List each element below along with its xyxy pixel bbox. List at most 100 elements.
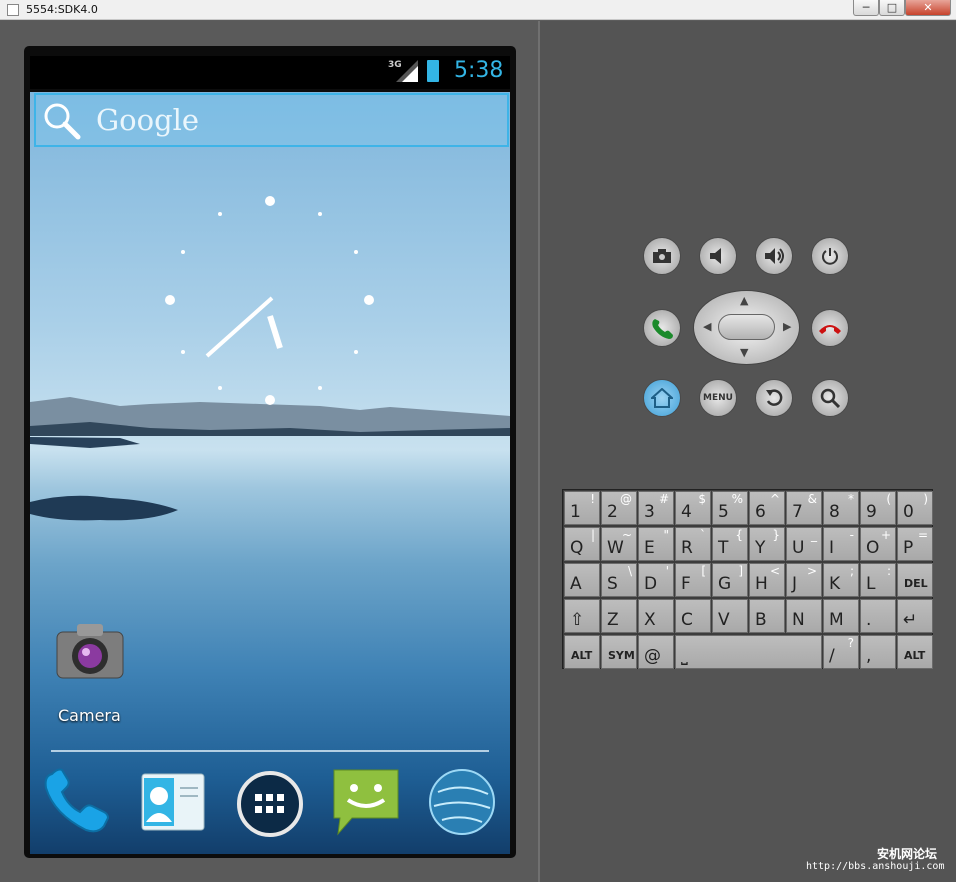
key-7[interactable]: 7 &: [786, 491, 822, 525]
camera-app-icon[interactable]: [55, 622, 125, 688]
key-@[interactable]: @: [638, 635, 674, 669]
dpad-up-icon[interactable]: ▲: [740, 294, 748, 307]
key-6[interactable]: 6 ^: [749, 491, 785, 525]
key-8[interactable]: 8 *: [823, 491, 859, 525]
contacts-icon[interactable]: [138, 772, 210, 834]
key-p[interactable]: P =: [897, 527, 933, 561]
back-button[interactable]: [755, 379, 793, 417]
call-icon: [652, 319, 673, 339]
key-9[interactable]: 9(: [860, 491, 896, 525]
key-g[interactable]: G]: [712, 563, 748, 597]
key-j[interactable]: J >: [786, 563, 822, 597]
key-label: L: [866, 574, 876, 594]
qwerty-keyboard: 1! 2 @3 #4 $5% 6 ^ 7 & 8 * 9(0) Q | W ~ E " R ` T{Y} U _ I - O + P =…: [562, 489, 933, 669]
key-r[interactable]: R `: [675, 527, 711, 561]
status-bar: 3G 5:38: [30, 56, 510, 89]
key-0[interactable]: 0): [897, 491, 933, 525]
window-title: 5554:SDK4.0: [26, 3, 98, 16]
maximize-button[interactable]: □: [879, 0, 905, 16]
key-label: ,: [866, 646, 872, 666]
search-icon: [44, 103, 81, 140]
all-apps-icon[interactable]: [236, 770, 304, 838]
key-s[interactable]: S \: [601, 563, 637, 597]
key-z[interactable]: Z: [601, 599, 637, 633]
key-label: C: [681, 610, 693, 630]
key-alt-label: -: [849, 528, 854, 542]
key-alt-label: {: [735, 528, 743, 542]
key-m[interactable]: M: [823, 599, 859, 633]
menu-button[interactable]: MENU: [699, 379, 737, 417]
key-b[interactable]: B: [749, 599, 785, 633]
key-label: ⇧: [570, 610, 585, 630]
key-q[interactable]: Q |: [564, 527, 600, 561]
key-shift[interactable]: ⇧: [564, 599, 600, 633]
dpad-right-icon[interactable]: ▶: [783, 320, 791, 333]
key-space[interactable]: ⎵: [675, 635, 822, 669]
analog-clock-widget[interactable]: [160, 190, 380, 410]
key-d[interactable]: D ': [638, 563, 674, 597]
volume-down-button[interactable]: [699, 237, 737, 275]
key-l[interactable]: L:: [860, 563, 896, 597]
key-3[interactable]: 3 #: [638, 491, 674, 525]
key-x[interactable]: X: [638, 599, 674, 633]
key-5[interactable]: 5%: [712, 491, 748, 525]
key-del[interactable]: DEL: [897, 563, 933, 597]
key-1[interactable]: 1!: [564, 491, 600, 525]
key-c[interactable]: C: [675, 599, 711, 633]
key-u[interactable]: U _: [786, 527, 822, 561]
key-enter[interactable]: ↵: [897, 599, 933, 633]
key-i[interactable]: I-: [823, 527, 859, 561]
key-,[interactable]: ,: [860, 635, 896, 669]
key-label: B: [755, 610, 767, 630]
key-label: J: [792, 574, 798, 594]
emulator-window: 5554:SDK4.0 ─ □ ✕ 3G 5:38 Google Camera …: [0, 0, 956, 882]
key-e[interactable]: E ": [638, 527, 674, 561]
dpad-left-icon[interactable]: ◀: [703, 320, 711, 333]
key-y[interactable]: Y}: [749, 527, 785, 561]
camera-button[interactable]: [643, 237, 681, 275]
signal-icon: [396, 60, 418, 82]
key-label: /: [829, 646, 835, 666]
key-v[interactable]: V: [712, 599, 748, 633]
key-a[interactable]: A: [564, 563, 600, 597]
key-4[interactable]: 4 $: [675, 491, 711, 525]
home-button[interactable]: [643, 379, 681, 417]
key-label: Y: [755, 538, 766, 558]
minimize-button[interactable]: ─: [853, 0, 879, 16]
end-call-button[interactable]: [811, 309, 849, 347]
key-f[interactable]: F[: [675, 563, 711, 597]
key-n[interactable]: N: [786, 599, 822, 633]
close-button[interactable]: ✕: [905, 0, 951, 16]
key-.[interactable]: .: [860, 599, 896, 633]
volume-up-button[interactable]: [755, 237, 793, 275]
power-button[interactable]: [811, 237, 849, 275]
key-alt[interactable]: ALT: [897, 635, 933, 669]
key-label: D: [644, 574, 658, 594]
key-w[interactable]: W ~: [601, 527, 637, 561]
key-alt[interactable]: ALT: [564, 635, 600, 669]
messaging-icon[interactable]: [330, 766, 402, 838]
key-t[interactable]: T{: [712, 527, 748, 561]
key-label: S: [607, 574, 618, 594]
key-alt-label: ;: [849, 564, 854, 578]
camera-icon: [653, 249, 671, 263]
key-o[interactable]: O +: [860, 527, 896, 561]
call-button[interactable]: [643, 309, 681, 347]
key-alt-label: (: [886, 492, 891, 506]
browser-icon[interactable]: [428, 768, 496, 836]
key-alt-label: ": [663, 528, 669, 542]
dpad-down-icon[interactable]: ▼: [740, 346, 748, 359]
google-search-widget[interactable]: Google: [34, 93, 509, 147]
key-alt-label: $: [698, 492, 706, 506]
clock-time: 5:38: [454, 58, 504, 83]
key-2[interactable]: 2 @: [601, 491, 637, 525]
phone-icon[interactable]: [42, 768, 114, 836]
key-k[interactable]: K;: [823, 563, 859, 597]
battery-icon: [427, 60, 439, 82]
key-sym[interactable]: SYM: [601, 635, 637, 669]
search-widget-label: Google: [96, 103, 200, 137]
dpad-center-button[interactable]: [718, 314, 775, 340]
key-/[interactable]: /?: [823, 635, 859, 669]
key-h[interactable]: H <: [749, 563, 785, 597]
search-button[interactable]: [811, 379, 849, 417]
